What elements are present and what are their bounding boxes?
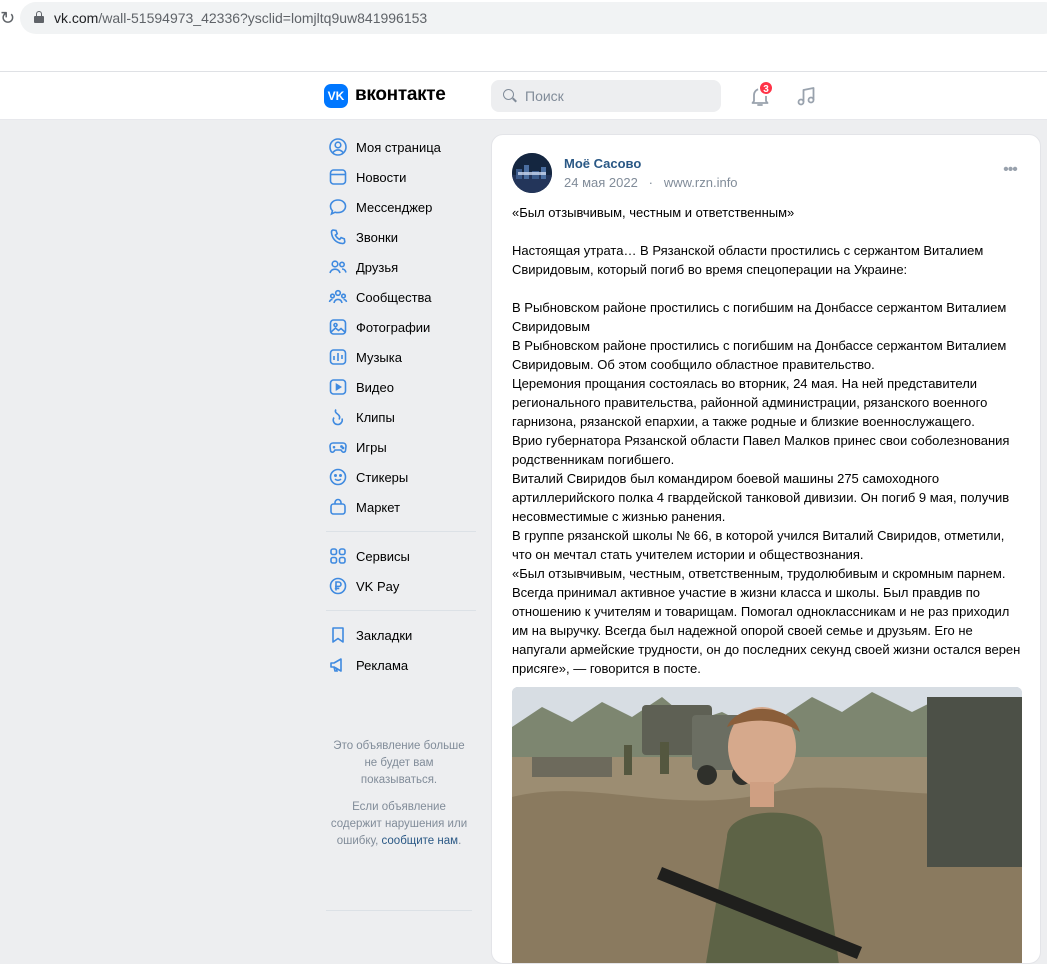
wall-post: Моё Сасово 24 мая 2022 · www.rzn.info ••… [491, 134, 1041, 964]
post-text: «Был отзывчивым, честным и ответственным… [512, 205, 1021, 676]
ad-note-text: Это объявление больше не будет вам показ… [333, 740, 465, 786]
menu-item-ads[interactable]: Реклама [326, 650, 476, 680]
vk-logo-icon[interactable]: VK [324, 84, 348, 108]
lock-icon [34, 11, 44, 23]
menu-divider [326, 531, 476, 532]
games-icon [329, 442, 347, 454]
ads-icon [330, 658, 342, 672]
menu-item-friends[interactable]: Друзья [326, 252, 476, 282]
menu-item-market[interactable]: Маркет [326, 492, 476, 522]
news-icon [329, 169, 347, 185]
menu-item-communities[interactable]: Сообщества [326, 282, 476, 312]
post-source-link[interactable]: www.rzn.info [664, 175, 738, 190]
left-menu: Моя страница Новости Мессенджер Звонки Д… [326, 132, 476, 680]
friends-icon [329, 260, 347, 274]
menu-label: Моя страница [356, 139, 441, 155]
menu-item-games[interactable]: Игры [326, 432, 476, 462]
menu-item-messenger[interactable]: Мессенджер [326, 192, 476, 222]
menu-item-photos[interactable]: Фотографии [326, 312, 476, 342]
market-icon [330, 498, 346, 515]
url-host: vk.com [54, 10, 99, 26]
menu-label: Маркет [356, 499, 401, 515]
menu-item-stickers[interactable]: Стикеры [326, 462, 476, 492]
video-icon [329, 379, 347, 395]
music-icon [329, 349, 347, 365]
search-input[interactable] [525, 80, 715, 112]
menu-item-vk-pay[interactable]: VK Pay [326, 571, 476, 601]
menu-item-music[interactable]: Музыка [326, 342, 476, 372]
url-path: /wall-51594973_42336?ysclid=lomjltq9uw84… [98, 10, 428, 26]
menu-label: Реклама [356, 657, 409, 673]
menu-item-bookmarks[interactable]: Закладки [326, 620, 476, 650]
vk-wordmark[interactable]: вконтакте [355, 84, 446, 106]
menu-label: Мессенджер [356, 199, 433, 215]
more-options-icon[interactable]: ••• [1000, 162, 1020, 183]
menu-item-my-page[interactable]: Моя страница [326, 132, 476, 162]
photos-icon [329, 319, 347, 335]
menu-label: Сообщества [356, 289, 432, 305]
menu-label: Клипы [356, 409, 395, 425]
post-author-link[interactable]: Моё Сасово [564, 156, 641, 171]
browser-toolbar: ↻ vk.com/wall-51594973_42336?ysclid=lomj… [0, 0, 1047, 72]
menu-item-services[interactable]: Сервисы [326, 541, 476, 571]
menu-label: Звонки [356, 229, 398, 245]
report-link[interactable]: сообщите нам [382, 835, 459, 847]
menu-divider [326, 610, 476, 611]
post-meta: 24 мая 2022 · www.rzn.info [564, 175, 738, 190]
address-bar[interactable]: vk.com/wall-51594973_42336?ysclid=lomjlt… [20, 2, 1047, 34]
phone-icon [330, 229, 346, 245]
menu-label: Видео [356, 379, 394, 395]
communities-icon [328, 289, 348, 304]
menu-label: Фотографии [356, 319, 431, 335]
menu-label: VK Pay [356, 578, 400, 594]
ad-report-text: Если объявление содержит нарушения или о… [326, 799, 472, 850]
site-header: VK вконтакте 3 [0, 72, 1047, 120]
avatar[interactable] [512, 153, 552, 193]
menu-label: Новости [356, 169, 407, 185]
menu-item-video[interactable]: Видео [326, 372, 476, 402]
services-icon [330, 548, 346, 564]
profile-icon [329, 138, 347, 156]
post-date[interactable]: 24 мая 2022 [564, 175, 638, 190]
vkpay-icon [329, 577, 347, 595]
menu-item-calls[interactable]: Звонки [326, 222, 476, 252]
notification-badge: 3 [758, 80, 774, 96]
menu-label: Друзья [356, 259, 399, 275]
menu-label: Закладки [356, 627, 413, 643]
ad-hidden-note: Это объявление больше не будет вам показ… [326, 738, 472, 860]
clips-icon [332, 409, 344, 426]
url-text[interactable]: vk.com/wall-51594973_42336?ysclid=lomjlt… [54, 10, 427, 26]
ad-report-suffix: . [458, 835, 462, 847]
menu-label: Музыка [356, 349, 402, 365]
search-icon [503, 89, 517, 103]
menu-item-news[interactable]: Новости [326, 162, 476, 192]
meta-separator: · [641, 175, 661, 190]
menu-label: Сервисы [356, 548, 410, 564]
search-box[interactable] [491, 80, 721, 112]
menu-item-clips[interactable]: Клипы [326, 402, 476, 432]
menu-label: Стикеры [356, 469, 409, 485]
bookmarks-icon [332, 627, 344, 643]
music-icon[interactable] [794, 84, 818, 108]
messenger-icon [329, 199, 347, 216]
menu-divider [326, 910, 472, 911]
menu-label: Игры [356, 439, 387, 455]
reload-icon[interactable]: ↻ [0, 8, 14, 28]
post-photo[interactable] [512, 687, 1022, 963]
stickers-icon [329, 468, 347, 486]
